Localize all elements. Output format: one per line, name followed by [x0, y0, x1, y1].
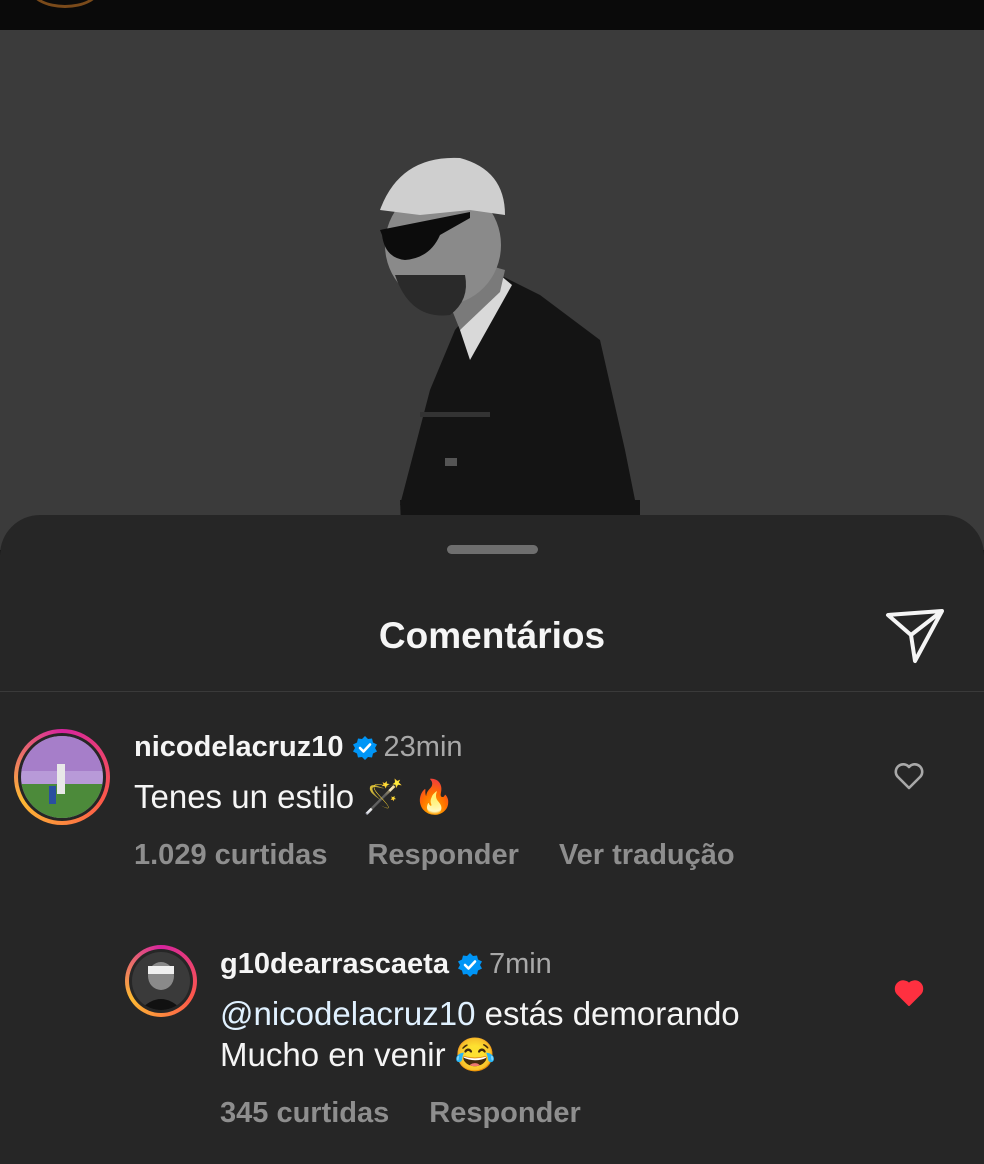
- comment-username[interactable]: nicodelacruz10 23min: [134, 731, 463, 764]
- story-avatar-ring[interactable]: [30, 0, 100, 8]
- avatar[interactable]: [125, 945, 197, 1017]
- avatar-photo: [21, 736, 103, 818]
- reply-button[interactable]: Responder: [429, 1097, 580, 1129]
- comment-time: 7min: [488, 948, 552, 980]
- header-divider: [0, 691, 984, 692]
- verified-badge-icon: [352, 736, 377, 761]
- verified-badge-icon: [457, 953, 482, 978]
- drag-handle[interactable]: [447, 545, 538, 554]
- heart-outline-icon[interactable]: [893, 761, 925, 791]
- reply-button[interactable]: Responder: [367, 839, 518, 871]
- post-photo-illustration: [0, 30, 984, 550]
- post-image: [0, 30, 984, 550]
- translate-button[interactable]: Ver tradução: [559, 839, 735, 871]
- comments-sheet: Comentários nicodelacruz10 23min Tenes un…: [0, 515, 984, 1164]
- comment-time: 23min: [383, 731, 463, 763]
- mention-link[interactable]: @nicodelacruz10: [220, 995, 475, 1032]
- comment-actions: 1.029 curtidas Responder Ver tradução: [134, 839, 775, 872]
- comment-text: @nicodelacruz10 estás demorando Mucho en…: [220, 993, 840, 1075]
- avatar-photo: [132, 952, 190, 1010]
- top-bar: [0, 0, 984, 30]
- sheet-title: Comentários: [378, 615, 606, 656]
- avatar[interactable]: [14, 729, 110, 825]
- paper-plane-icon: [886, 609, 944, 663]
- share-button[interactable]: [884, 607, 946, 665]
- like-count[interactable]: 345 curtidas: [220, 1097, 389, 1129]
- comment-username[interactable]: g10dearrascaeta 7min: [220, 948, 552, 981]
- comment-text: Tenes un estilo 🪄 🔥: [134, 778, 455, 815]
- username-text[interactable]: nicodelacruz10: [134, 731, 344, 763]
- comment-actions: 345 curtidas Responder: [220, 1097, 621, 1130]
- like-count[interactable]: 1.029 curtidas: [134, 839, 327, 871]
- username-text[interactable]: g10dearrascaeta: [220, 948, 449, 980]
- heart-filled-icon[interactable]: [893, 978, 925, 1008]
